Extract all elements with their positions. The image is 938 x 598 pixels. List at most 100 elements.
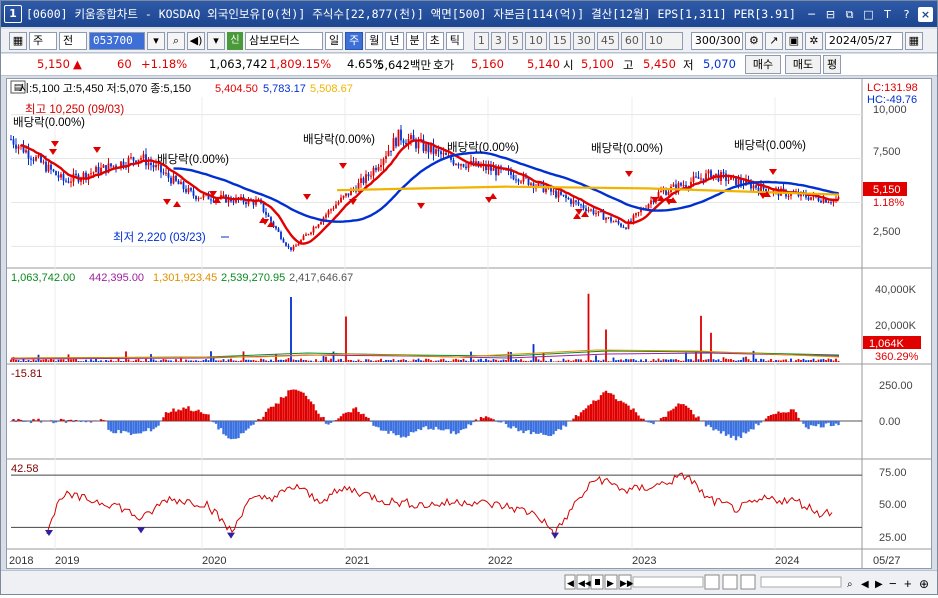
- interval-3[interactable]: 3: [491, 32, 506, 50]
- cci-bar: [405, 421, 407, 437]
- cci-bar: [825, 421, 827, 424]
- magnifier-icon[interactable]: ⌕: [167, 32, 185, 50]
- search-icon[interactable]: ▾: [147, 32, 165, 50]
- candle-body: [838, 197, 840, 199]
- tab-year[interactable]: 년: [385, 32, 403, 50]
- save-icon[interactable]: ▣: [785, 32, 803, 50]
- interval-select[interactable]: 10: [645, 32, 683, 50]
- candle-body: [173, 176, 175, 184]
- volume-bar: [170, 360, 172, 362]
- rsi-tick-50: 50.00: [879, 499, 907, 511]
- date-input[interactable]: 2024/05/27: [825, 32, 903, 50]
- stock-name[interactable]: 삼보모터스: [245, 32, 323, 50]
- cci-bar: [335, 420, 337, 421]
- cci-bar: [442, 421, 444, 430]
- interval-5[interactable]: 5: [508, 32, 523, 50]
- chart-svg[interactable]: ▤ 시:5,100 고:5,450 저:5,070 종:5,150 5,404.…: [7, 79, 931, 568]
- minimize-icon[interactable]: ─: [804, 7, 819, 22]
- volume-bar: [578, 359, 580, 362]
- interval-45[interactable]: 45: [597, 32, 619, 50]
- volume-bar: [15, 360, 17, 362]
- volume-bar: [240, 361, 242, 362]
- volume-bar: [318, 361, 320, 362]
- dividend-label-5: 배당락(0.00%): [591, 142, 663, 155]
- restore-icon[interactable]: ⧉: [842, 7, 857, 22]
- sell-button[interactable]: 매도: [785, 55, 821, 74]
- search-small-icon[interactable]: ⌕: [847, 579, 853, 590]
- close-icon[interactable]: ×: [918, 7, 933, 22]
- interval-30[interactable]: 30: [573, 32, 595, 50]
- cci-bar: [597, 400, 599, 421]
- interval-15[interactable]: 15: [549, 32, 571, 50]
- price-tick-7500: 7,500: [873, 146, 901, 158]
- candle-body: [38, 155, 40, 157]
- speaker-icon[interactable]: ◀): [187, 32, 205, 50]
- scroll-track[interactable]: [633, 577, 703, 587]
- cci-bar: [382, 421, 384, 431]
- maximize-icon[interactable]: □: [861, 7, 876, 22]
- candle-body: [605, 218, 607, 220]
- tab-week[interactable]: 주: [345, 32, 363, 50]
- up-signal-arrow: [489, 193, 497, 199]
- volume-bar: [810, 360, 812, 362]
- candle-body: [48, 165, 50, 172]
- help-icon[interactable]: ?: [899, 7, 914, 22]
- zoom-plus-icon[interactable]: +: [904, 576, 912, 591]
- scope-select[interactable]: 전: [59, 32, 87, 50]
- calendar-icon[interactable]: ▦: [905, 32, 923, 50]
- market-select[interactable]: 주: [29, 32, 57, 50]
- cci-bar: [725, 421, 727, 436]
- arrow-down-icon[interactable]: ▾: [207, 32, 225, 50]
- dividend-label-3: 배당락(0.00%): [303, 133, 375, 146]
- zoom-minus-icon[interactable]: −: [889, 576, 897, 591]
- cci-bar: [200, 412, 202, 421]
- grid-icon[interactable]: ▦: [9, 32, 27, 50]
- candle-body: [823, 199, 825, 203]
- scroll-right-icon[interactable]: ▶: [875, 579, 883, 590]
- pin-icon[interactable]: ⊟: [823, 7, 838, 22]
- font-icon[interactable]: T: [880, 7, 895, 22]
- cci-bar: [625, 404, 627, 421]
- tab-tick[interactable]: 틱: [446, 32, 464, 50]
- price-legend: ▤ 시:5,100 고:5,450 저:5,070 종:5,150 5,404.…: [11, 81, 918, 106]
- interval-60[interactable]: 60: [621, 32, 643, 50]
- buy-button[interactable]: 매수: [745, 55, 781, 74]
- volume-bar: [758, 361, 760, 362]
- tab-day[interactable]: 일: [325, 32, 343, 50]
- cci-bar: [307, 399, 309, 421]
- settings-icon[interactable]: ✲: [805, 32, 823, 50]
- eval-button[interactable]: 평: [823, 55, 841, 74]
- cci-bar: [447, 421, 449, 429]
- interval-10[interactable]: 10: [525, 32, 547, 50]
- cci-tick-250: 250.00: [879, 380, 913, 392]
- zoom-out-button[interactable]: [723, 575, 737, 589]
- volume-bar: [565, 361, 567, 362]
- cci-bar: [607, 393, 609, 421]
- count-input[interactable]: 300/300: [691, 32, 743, 50]
- tab-second[interactable]: 초: [426, 32, 444, 50]
- cci-bar: [190, 411, 192, 421]
- interval-1[interactable]: 1: [474, 32, 489, 50]
- stock-code-input[interactable]: 053700: [89, 32, 145, 50]
- draw-icon[interactable]: ↗: [765, 32, 783, 50]
- tab-month[interactable]: 월: [365, 32, 383, 50]
- scroll-left-icon[interactable]: ◀: [861, 579, 869, 590]
- chart-area[interactable]: ▤ 시:5,100 고:5,450 저:5,070 종:5,150 5,404.…: [6, 78, 932, 569]
- volume-bar: [713, 359, 715, 362]
- range-track[interactable]: [761, 577, 841, 587]
- tab-minute[interactable]: 분: [406, 32, 424, 50]
- zoom-in-button[interactable]: [705, 575, 719, 589]
- candle-body: [435, 149, 437, 153]
- volume-bar: [135, 360, 137, 362]
- zoom-reset-icon[interactable]: ⊕: [919, 577, 929, 591]
- candle-body: [465, 167, 467, 169]
- cci-bar: [250, 421, 252, 426]
- range-button[interactable]: [741, 575, 755, 589]
- cci-bar: [287, 390, 289, 421]
- window-title: [0600] 키움종합차트 - KOSDAQ 외국인보유[0(천)] 주식수[2…: [26, 6, 804, 22]
- cci-bar: [437, 421, 439, 429]
- candle-body: [70, 182, 72, 183]
- volume-bar: [550, 359, 552, 362]
- cci-bar: [52, 421, 54, 423]
- indicator-icon[interactable]: ⚙: [745, 32, 763, 50]
